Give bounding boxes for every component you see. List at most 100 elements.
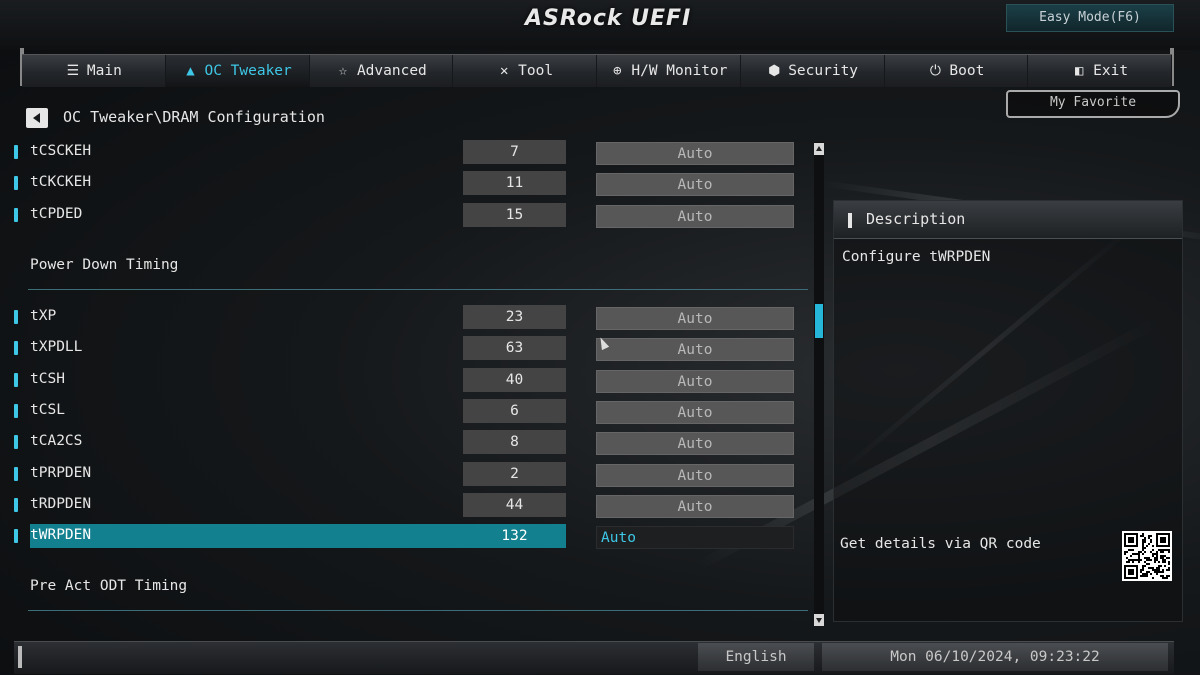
qr-code-caption: Get details via QR code xyxy=(840,536,1041,552)
list-icon: ☰ xyxy=(66,63,80,79)
setting-field[interactable]: Auto xyxy=(596,307,794,330)
row-marker xyxy=(14,145,18,159)
easy-mode-button[interactable]: Easy Mode(F6) xyxy=(1006,4,1174,32)
row-marker xyxy=(14,497,18,512)
tab-label: Security xyxy=(788,63,859,79)
status-bar-cap xyxy=(18,646,22,668)
main-nav: ☰ Main ▲ OC Tweaker ☆ Advanced ✕ Tool ⊕ H/W Monit… xyxy=(22,54,1172,87)
section-divider xyxy=(28,289,808,290)
tab-label: Main xyxy=(86,63,122,79)
current-value: 6 xyxy=(463,398,566,423)
setting-field[interactable]: Auto xyxy=(596,142,794,165)
row-marker xyxy=(14,372,18,387)
section-power-down-timing: Power Down Timing xyxy=(30,257,179,273)
setting-row-tckckeh[interactable]: tCKCKEH 11 Auto xyxy=(14,171,804,197)
exit-icon: ◧ xyxy=(1074,63,1084,79)
setting-label: tXP xyxy=(30,308,57,324)
current-value: 23 xyxy=(463,305,566,329)
tab-label: OC Tweaker xyxy=(204,63,292,79)
setting-label: tCSCKEH xyxy=(30,143,92,159)
current-value: 2 xyxy=(463,461,566,486)
setting-label: tCPDED xyxy=(30,205,83,222)
tab-advanced[interactable]: ☆ Advanced xyxy=(310,55,454,87)
setting-row-tcpded[interactable]: tCPDED 15 Auto xyxy=(14,202,804,228)
setting-label: tWRPDEN xyxy=(30,527,92,544)
language-button[interactable]: English xyxy=(698,643,814,671)
setting-label: tRDPDEN xyxy=(30,495,92,512)
setting-field[interactable]: Auto xyxy=(596,526,794,550)
tab-h-w-monitor[interactable]: ⊕ H/W Monitor xyxy=(597,55,741,87)
tab-tool[interactable]: ✕ Tool xyxy=(453,55,597,87)
setting-row-tcsckeh[interactable]: tCSCKEH 7 Auto xyxy=(14,140,804,165)
date-time-display: Mon 06/10/2024, 09:23:22 xyxy=(822,643,1168,671)
setting-field[interactable]: Auto xyxy=(596,173,794,197)
current-value: 63 xyxy=(463,336,566,361)
tab-label: Advanced xyxy=(356,63,427,79)
setting-row-tca2cs[interactable]: tCA2CS 8 Auto xyxy=(14,430,804,456)
scroll-down-button[interactable] xyxy=(814,614,824,626)
row-marker xyxy=(14,310,18,324)
current-value: 8 xyxy=(463,430,566,455)
setting-label: tPRPDEN xyxy=(30,464,92,481)
current-value: 132 xyxy=(501,528,528,545)
description-header: Description xyxy=(834,201,1182,239)
tab-oc-tweaker[interactable]: ▲ OC Tweaker xyxy=(165,55,310,87)
tab-label: Boot xyxy=(949,63,985,79)
setting-field[interactable]: Auto xyxy=(596,494,794,518)
row-marker xyxy=(14,341,18,356)
setting-row-txp[interactable]: tXP 23 Auto xyxy=(14,305,804,330)
scrollbar-track[interactable] xyxy=(814,142,824,626)
breadcrumb: OC Tweaker\DRAM Configuration xyxy=(63,108,325,126)
asrock-logo: ASRock UEFI xyxy=(525,6,692,31)
setting-field[interactable]: Auto xyxy=(596,400,794,424)
setting-row-txpdll[interactable]: tXPDLL 63 Auto xyxy=(14,336,804,362)
section-divider xyxy=(28,610,808,611)
monitor-icon: ⊕ xyxy=(613,63,622,79)
description-title: Description xyxy=(866,210,966,228)
current-value: 40 xyxy=(463,367,566,392)
section-pre-act-odt-timing: Pre Act ODT Timing xyxy=(30,578,188,594)
setting-field[interactable]: Auto xyxy=(596,432,794,456)
tab-boot[interactable]: ⏻ Boot xyxy=(885,55,1029,87)
scroll-up-button[interactable] xyxy=(814,143,824,155)
setting-field[interactable]: Auto xyxy=(596,204,794,228)
row-marker xyxy=(14,207,18,222)
power-icon: ⏻ xyxy=(929,63,941,79)
star-icon: ☆ xyxy=(338,63,348,79)
tab-main[interactable]: ☰ Main xyxy=(22,55,166,87)
setting-row-trdpden[interactable]: tRDPDEN 44 Auto xyxy=(14,492,804,518)
setting-field[interactable]: Auto xyxy=(596,463,794,487)
my-favorite-button[interactable]: My Favorite xyxy=(1006,90,1180,118)
setting-row-twrpden[interactable]: tWRPDEN 132 Auto xyxy=(14,524,804,550)
info-icon xyxy=(848,213,852,228)
row-marker xyxy=(14,435,18,450)
setting-row-tcsh[interactable]: tCSH 40 Auto xyxy=(14,367,804,393)
shield-icon: ⬢ xyxy=(768,63,781,79)
setting-field[interactable]: Auto xyxy=(596,338,794,362)
row-marker xyxy=(14,403,18,418)
description-panel: Description Configure tWRPDEN Get detail… xyxy=(833,200,1183,622)
row-marker xyxy=(14,466,18,481)
tab-label: Exit xyxy=(1093,63,1129,79)
setting-label: tCA2CS xyxy=(30,433,83,450)
description-text: Configure tWRPDEN xyxy=(842,249,991,265)
qr-code-icon xyxy=(1122,531,1172,581)
setting-label: tCSL xyxy=(30,401,65,418)
current-value: 44 xyxy=(463,492,566,517)
setting-label: tCSH xyxy=(30,370,65,387)
row-marker xyxy=(14,529,18,544)
setting-field[interactable]: Auto xyxy=(596,369,794,393)
tab-security[interactable]: ⬢ Security xyxy=(741,55,885,87)
setting-row-tcsl[interactable]: tCSL 6 Auto xyxy=(14,398,804,424)
setting-label: tXPDLL xyxy=(30,339,83,356)
row-marker xyxy=(14,176,18,191)
back-button[interactable] xyxy=(26,108,48,128)
tab-label: Tool xyxy=(518,63,554,79)
current-value: 7 xyxy=(463,140,566,164)
setting-label: tCKCKEH xyxy=(30,174,92,191)
tools-icon: ✕ xyxy=(499,63,509,79)
scrollbar-thumb[interactable] xyxy=(815,304,823,339)
current-value: 11 xyxy=(463,171,566,196)
setting-row-tprpden[interactable]: tPRPDEN 2 Auto xyxy=(14,461,804,487)
tab-exit[interactable]: ◧ Exit xyxy=(1028,55,1172,87)
